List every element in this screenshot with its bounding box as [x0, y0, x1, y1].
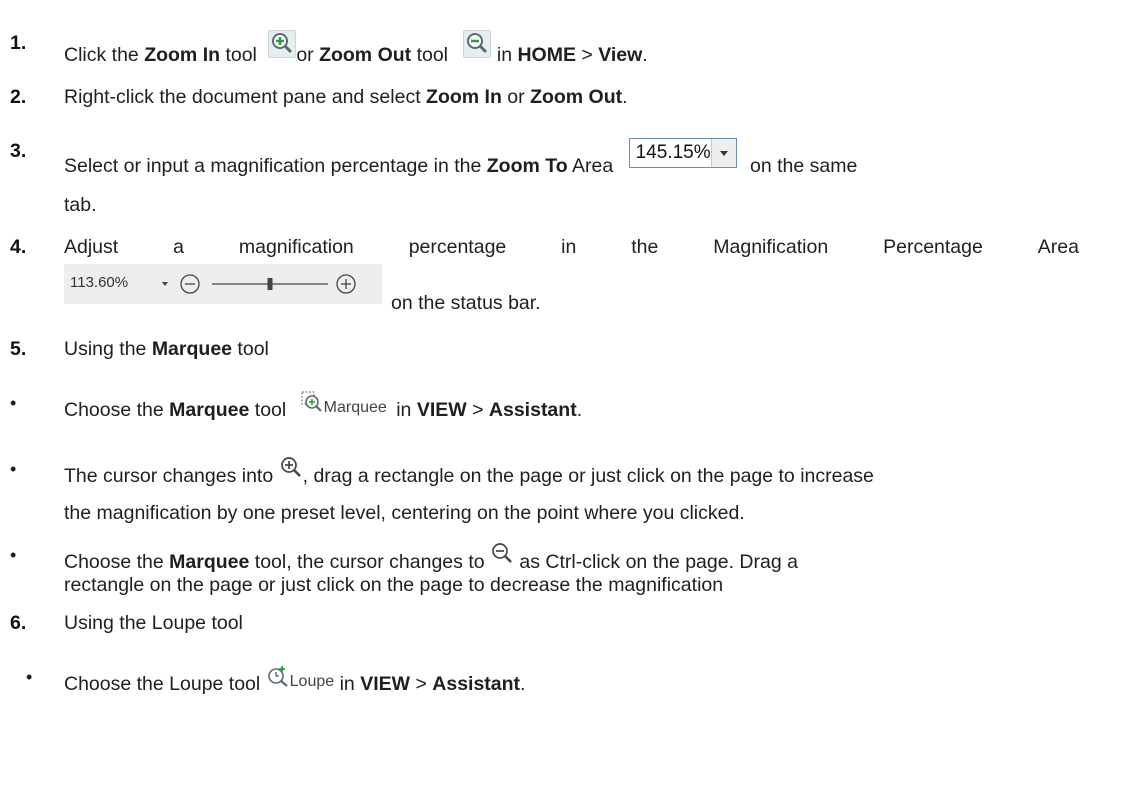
- loupe-icon: [266, 664, 290, 688]
- zoom-in-cursor-icon: [279, 456, 303, 480]
- step-number: 2.: [10, 86, 27, 108]
- step-number: 1.: [10, 32, 27, 54]
- minus-circle-icon: [180, 274, 200, 294]
- bullet: •: [10, 393, 17, 413]
- bullet: •: [26, 667, 33, 687]
- zoom-out-cursor-icon: [490, 542, 514, 566]
- zoom-slider-thumb: [267, 278, 273, 290]
- step-number: 5.: [10, 338, 27, 360]
- step-number: 6.: [10, 612, 27, 634]
- step-number: 4.: [10, 236, 27, 258]
- marquee-tool-button: Marquee: [300, 391, 393, 421]
- zoom-to-value: 145.15%: [635, 142, 711, 163]
- magnification-status-bar: 113.60%: [64, 264, 382, 304]
- step-number: 3.: [10, 140, 27, 162]
- magnification-dropdown-icon: [162, 282, 168, 286]
- plus-circle-icon: [336, 274, 356, 294]
- bullet: •: [10, 545, 17, 565]
- zoom-in-icon: [268, 30, 297, 58]
- zoom-out-icon: [463, 30, 492, 58]
- loupe-tool-button: Loupe: [266, 666, 340, 695]
- dropdown-arrow-icon[interactable]: [710, 139, 736, 167]
- bullet: •: [10, 459, 17, 479]
- marquee-icon: [300, 390, 324, 414]
- zoom-to-combobox[interactable]: 145.15%: [628, 138, 737, 168]
